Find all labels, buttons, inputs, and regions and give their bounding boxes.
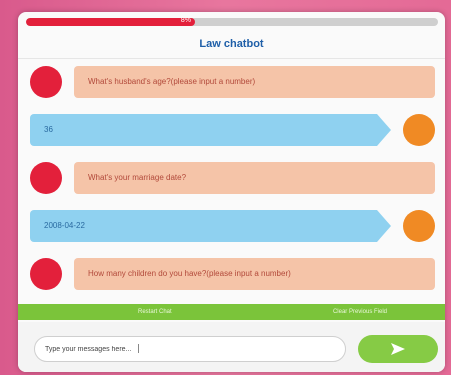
- bot-message: What's husband's age?(please input a num…: [74, 66, 435, 98]
- message-row: 36: [18, 110, 445, 150]
- action-bar: Restart Chat Clear Previous Field: [18, 304, 445, 320]
- composer: [18, 322, 445, 372]
- bot-message: How many children do you have?(please in…: [74, 258, 435, 290]
- text-cursor: [138, 344, 139, 353]
- send-arrow-icon: [391, 343, 405, 355]
- user-avatar: [403, 210, 435, 242]
- message-row: How many children do you have?(please in…: [18, 254, 445, 294]
- user-message: 36: [30, 114, 391, 146]
- page-title: Law chatbot: [18, 30, 445, 59]
- bot-avatar: [30, 162, 62, 194]
- bot-avatar: [30, 258, 62, 290]
- progress-bar: 8%: [26, 18, 438, 26]
- message-row: What's husband's age?(please input a num…: [18, 62, 445, 102]
- user-avatar: [403, 114, 435, 146]
- message-row: What's your marriage date?: [18, 158, 445, 198]
- user-message: 2008-04-22: [30, 210, 391, 242]
- chat-window: 8% Law chatbot What's husband's age?(ple…: [18, 12, 445, 372]
- bot-avatar: [30, 66, 62, 98]
- clear-previous-field-link[interactable]: Clear Previous Field: [333, 304, 387, 320]
- send-button[interactable]: [358, 335, 438, 363]
- restart-chat-link[interactable]: Restart Chat: [138, 304, 172, 320]
- bot-message: What's your marriage date?: [74, 162, 435, 194]
- progress-fill: [26, 18, 195, 26]
- message-row: 2008-04-22: [18, 206, 445, 246]
- message-input[interactable]: [34, 336, 346, 362]
- chat-log: What's husband's age?(please input a num…: [18, 62, 445, 302]
- progress-label: 8%: [180, 18, 192, 24]
